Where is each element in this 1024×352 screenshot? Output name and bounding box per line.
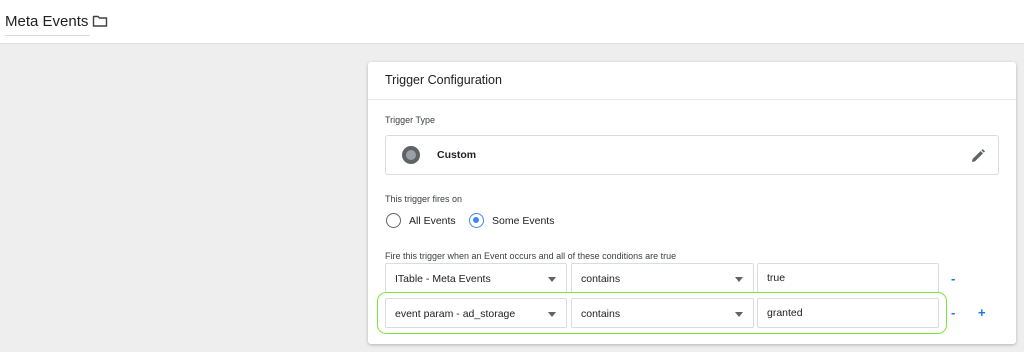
highlight-annotation <box>377 292 947 334</box>
trigger-type-name: Custom <box>437 149 477 161</box>
condition-variable-value: ITable - Meta Events <box>395 273 491 285</box>
dropdown-arrow-icon <box>548 277 556 282</box>
trigger-type-label: Trigger Type <box>385 115 436 125</box>
conditions-label: Fire this trigger when an Event occurs a… <box>385 251 677 261</box>
condition-operator-select[interactable]: contains <box>571 263 754 293</box>
remove-condition-button[interactable]: - <box>951 272 955 286</box>
radio-circle-selected[interactable] <box>469 213 484 228</box>
radio-circle[interactable] <box>386 213 401 228</box>
container-title[interactable]: Meta Events <box>5 10 91 36</box>
add-condition-button[interactable]: + <box>978 306 986 320</box>
custom-event-icon <box>402 146 420 164</box>
dropdown-arrow-icon <box>735 277 743 282</box>
folder-icon[interactable] <box>92 14 108 28</box>
radio-label-all-events: All Events <box>409 215 456 227</box>
panel-title: Trigger Configuration <box>385 73 502 87</box>
panel-header: Trigger Configuration <box>368 62 1016 100</box>
remove-condition-button[interactable]: - <box>951 306 955 320</box>
top-bar: Meta Events <box>0 0 1024 44</box>
fires-on-label: This trigger fires on <box>385 194 463 204</box>
pencil-icon[interactable] <box>970 148 986 164</box>
trigger-type-box[interactable]: Custom <box>385 135 999 175</box>
condition-operator-value: contains <box>581 273 621 285</box>
condition-value-field[interactable] <box>758 264 938 292</box>
radio-label-some-events: Some Events <box>492 215 555 227</box>
condition-value-input[interactable] <box>757 263 939 293</box>
condition-variable-select[interactable]: ITable - Meta Events <box>385 263 567 293</box>
